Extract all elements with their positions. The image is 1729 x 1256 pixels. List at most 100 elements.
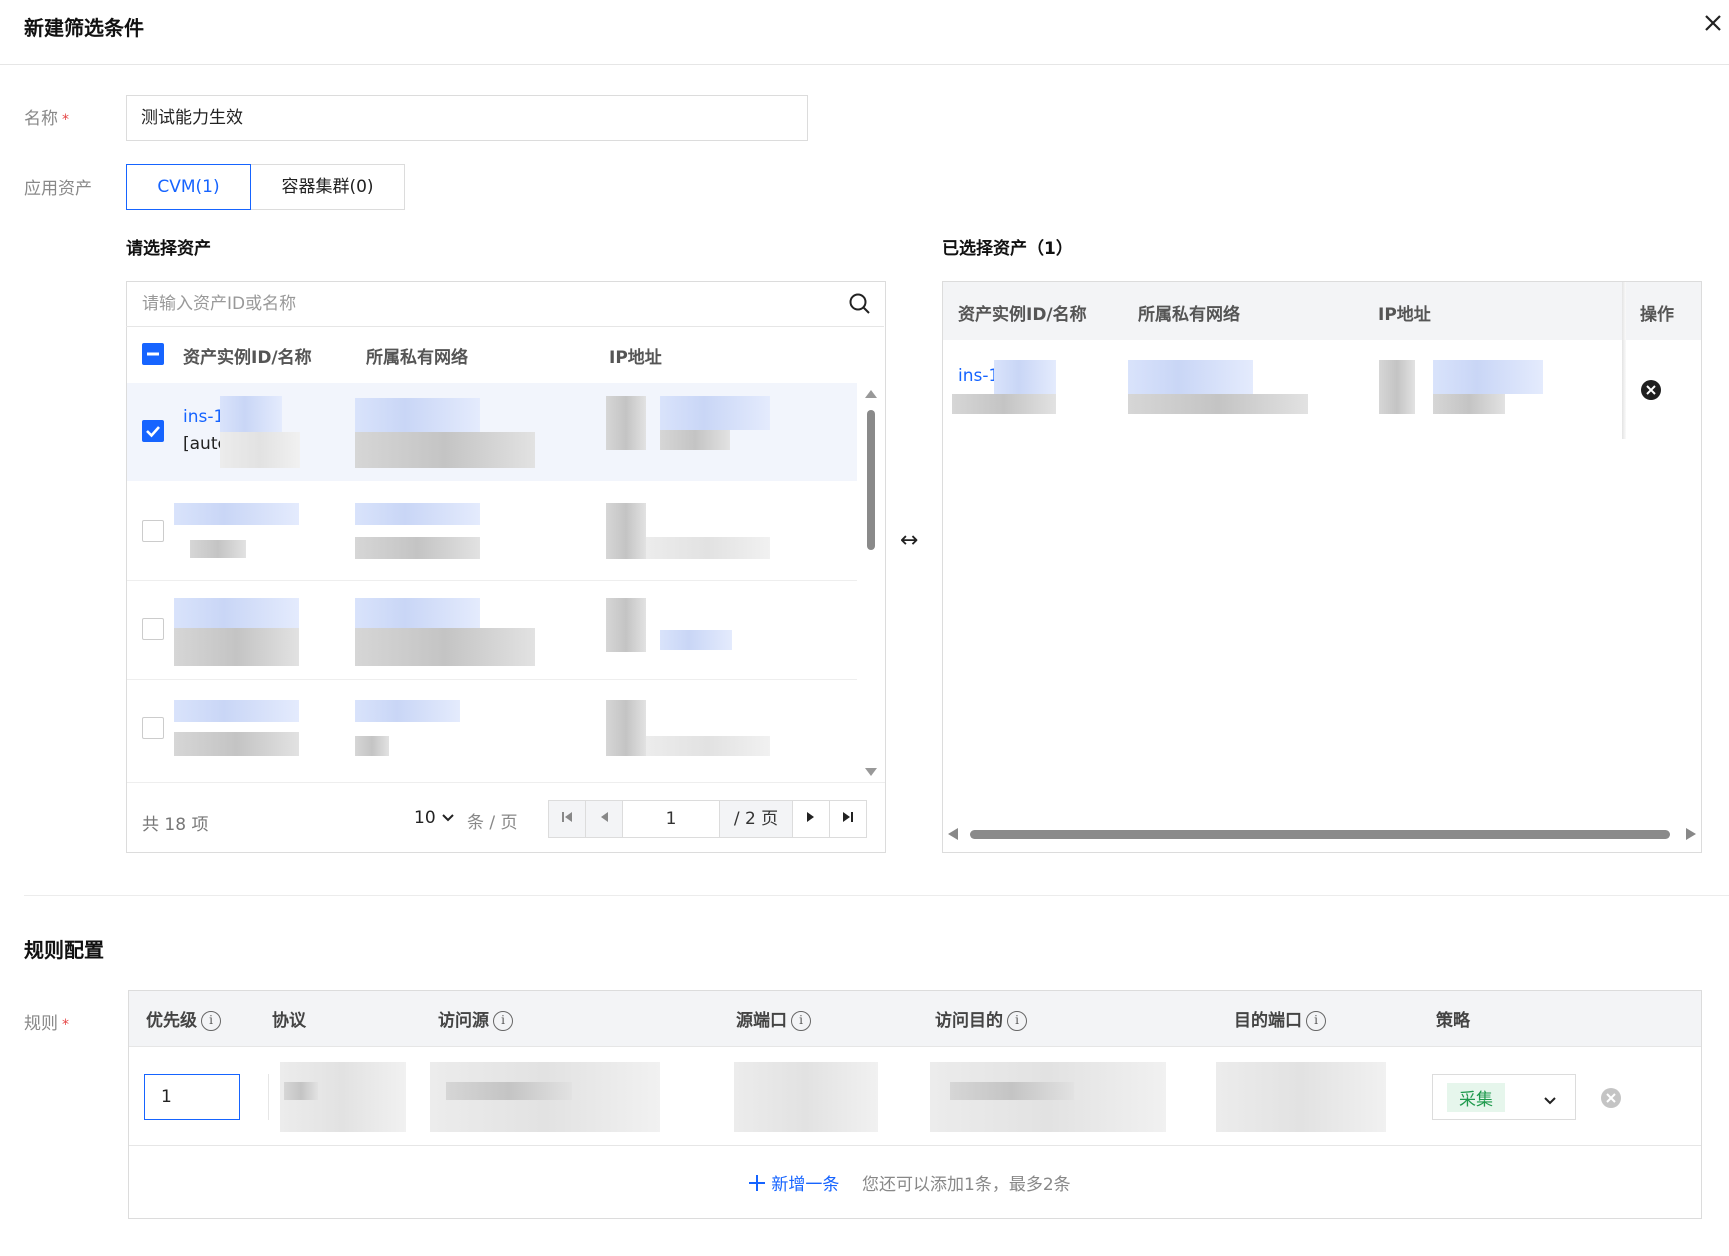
redacted-block (355, 503, 480, 525)
redacted-block (355, 432, 535, 468)
redacted-block (174, 732, 299, 756)
redacted-block (606, 700, 646, 756)
redacted-block (1128, 360, 1253, 394)
redacted-block (355, 628, 535, 666)
page-size-select[interactable]: 10 (414, 808, 455, 828)
redacted-block (952, 394, 1056, 414)
redacted-block (174, 628, 299, 666)
rules-label-text: 规则 (24, 1014, 58, 1034)
last-page-button[interactable] (829, 800, 867, 838)
col-ip: IP地址 (609, 348, 662, 368)
redacted-block (355, 700, 460, 722)
redacted-block (660, 396, 770, 430)
source-port-input[interactable] (734, 1062, 878, 1132)
rules-col-source-port-text: 源端口 (736, 1011, 787, 1031)
name-label: 名称 * (24, 104, 69, 129)
close-icon[interactable] (1700, 10, 1726, 36)
table-row[interactable] (127, 680, 857, 778)
row-checkbox[interactable] (142, 618, 164, 640)
fixed-column-shadow (1622, 282, 1626, 439)
prev-page-button[interactable] (585, 800, 623, 838)
redacted-block (660, 630, 732, 650)
rules-col-priority-text: 优先级 (146, 1011, 197, 1031)
first-page-button[interactable] (548, 800, 586, 838)
redacted-block (646, 736, 770, 756)
rules-col-protocol: 协议 (272, 1011, 306, 1031)
tab-cvm[interactable]: CVM(1) (126, 164, 251, 210)
rules-row-divider (129, 1145, 1701, 1146)
row-checkbox[interactable] (142, 520, 164, 542)
redacted-block (1128, 394, 1308, 414)
page-total: / 2 页 (719, 800, 793, 838)
search-icon[interactable] (848, 292, 872, 316)
page-number-input[interactable]: 1 (622, 800, 720, 838)
add-rule-button[interactable]: 新增一条 (748, 1170, 839, 1195)
redacted-block (220, 432, 300, 468)
select-all-checkbox[interactable] (142, 343, 164, 365)
rules-col-destination: 访问目的 i (935, 1006, 1027, 1031)
redacted-block (446, 1082, 572, 1100)
redacted-block (174, 503, 299, 525)
priority-input[interactable]: 1 (144, 1074, 240, 1120)
header-divider (0, 64, 1729, 65)
redacted-block (284, 1082, 318, 1100)
rules-col-dest-port: 目的端口 i (1234, 1006, 1326, 1031)
redacted-block (646, 537, 770, 559)
name-label-text: 名称 (24, 109, 58, 129)
redacted-block (660, 430, 730, 450)
info-icon[interactable]: i (1306, 1011, 1326, 1031)
info-icon[interactable]: i (1007, 1011, 1027, 1031)
redacted-block (950, 1082, 1074, 1100)
rules-col-dest-port-text: 目的端口 (1234, 1011, 1302, 1031)
next-page-button[interactable] (792, 800, 830, 838)
footer-divider (127, 782, 885, 783)
delete-rule-icon[interactable] (1600, 1087, 1622, 1109)
page-size-unit: 条 / 页 (467, 813, 518, 833)
dest-port-input[interactable] (1216, 1062, 1386, 1132)
info-icon[interactable]: i (791, 1011, 811, 1031)
name-input[interactable]: 测试能力生效 (126, 95, 808, 141)
redacted-block (190, 540, 246, 558)
left-panel-title: 请选择资产 (126, 239, 211, 259)
asset-label: 应用资产 (24, 179, 92, 199)
dialog-title: 新建筛选条件 (24, 16, 144, 40)
strategy-select[interactable]: 采集 (1432, 1074, 1576, 1120)
redacted-block (1433, 394, 1505, 414)
rules-col-strategy: 策略 (1436, 1011, 1470, 1031)
add-rule-label: 新增一条 (771, 1175, 840, 1195)
info-icon[interactable]: i (201, 1011, 221, 1031)
remove-asset-icon[interactable] (1640, 379, 1662, 401)
selected-assets-panel (942, 281, 1702, 853)
redacted-block (606, 396, 646, 450)
horizontal-scrollbar[interactable] (946, 826, 1698, 842)
redacted-block (220, 396, 282, 432)
section-divider (24, 895, 1729, 896)
row-checkbox[interactable] (142, 717, 164, 739)
rules-section-title: 规则配置 (24, 938, 104, 962)
col-vpc: 所属私有网络 (366, 348, 468, 368)
rules-col-source-text: 访问源 (438, 1011, 489, 1031)
tab-container-cluster[interactable]: 容器集群(0) (250, 164, 405, 210)
rules-col-source: 访问源 i (438, 1006, 513, 1031)
vertical-scrollbar[interactable] (863, 388, 879, 778)
redacted-block (355, 736, 389, 756)
row-asset-id[interactable]: ins-1 (183, 407, 224, 427)
redacted-block (355, 598, 480, 628)
col-asset-id: 资产实例ID/名称 (183, 348, 312, 368)
redacted-block (355, 398, 480, 432)
chevron-down-icon (441, 808, 455, 828)
right-panel-title: 已选择资产（1） (942, 239, 1073, 259)
table-row[interactable] (127, 483, 857, 580)
rules-label: 规则 * (24, 1009, 69, 1034)
redacted-block (606, 503, 646, 559)
rules-col-destination-text: 访问目的 (935, 1011, 1003, 1031)
add-rule-hint: 您还可以添加1条，最多2条 (862, 1175, 1071, 1195)
transfer-arrows-icon: ↔ (900, 528, 919, 553)
asset-search-input[interactable]: 请输入资产ID或名称 (126, 281, 884, 327)
redacted-block (994, 360, 1056, 394)
plus-icon (748, 1175, 766, 1195)
row-checkbox[interactable] (142, 420, 164, 442)
total-count: 共 18 项 (142, 815, 209, 835)
info-icon[interactable]: i (493, 1011, 513, 1031)
chevron-down-icon (1543, 1091, 1557, 1111)
